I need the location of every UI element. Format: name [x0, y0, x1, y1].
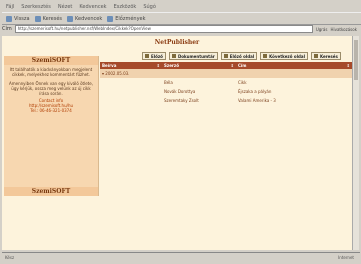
status-bar: Kész Internet	[2, 252, 360, 262]
next-page-icon	[263, 54, 268, 58]
entered-cell	[100, 87, 162, 96]
menu-edit[interactable]: Szerkesztés	[21, 4, 51, 10]
favorites-button[interactable]: Kedvencek	[67, 15, 103, 22]
prev-button[interactable]: Előző	[142, 52, 166, 60]
star-icon	[67, 15, 74, 22]
library-button[interactable]: Dokumentumtár	[168, 52, 218, 60]
column-author[interactable]: Szerző ⇕	[162, 62, 236, 69]
entered-cell	[100, 78, 162, 87]
links-button[interactable]: Hivatkozások	[330, 27, 357, 32]
status-zone: Internet	[338, 255, 354, 260]
address-bar: Cím http://szemerisoft.hu/netpublisher.n…	[2, 25, 357, 33]
column-title[interactable]: Cím ⇕	[236, 62, 352, 69]
sidebar-intro: Itt találhatók a kiadványokban megjelent…	[9, 67, 93, 77]
articles-table: Beírva ⇕ Szerző ⇕ Cím ⇕ ▾ 2002.05.03. Béla …	[100, 62, 352, 105]
search-icon	[34, 15, 41, 22]
sort-icon: ⇕	[156, 63, 160, 68]
sidebar-footer: SzemiSOFT	[4, 187, 98, 196]
date-group-row[interactable]: ▾ 2002.05.03.	[100, 69, 352, 78]
author-cell: Novák Dorottya	[164, 89, 196, 94]
prev-label: Előző	[151, 53, 163, 59]
title-link[interactable]: Valami Amerika - 3	[236, 96, 352, 105]
title-link[interactable]: Éjszaka a pályán	[236, 87, 352, 96]
page-title: NetPublisher	[154, 39, 200, 46]
table-row[interactable]: Novák Dorottya Éjszaka a pályán	[100, 87, 352, 96]
library-icon	[171, 54, 176, 58]
address-input[interactable]: http://szemerisoft.hu/netpublisher.nsf/W…	[14, 25, 313, 33]
contact-phone: Tel.: 06-46-321-0374	[30, 108, 72, 113]
column-title-label: Cím	[238, 63, 247, 68]
favorites-label: Kedvencek	[75, 15, 103, 22]
vertical-scrollbar[interactable]	[352, 36, 359, 250]
scroll-thumb[interactable]	[354, 40, 358, 80]
column-author-label: Szerző	[164, 63, 179, 68]
next-page-label: Következő oldal	[269, 53, 305, 59]
entered-cell	[100, 96, 162, 105]
date-group-cell: ▾ 2002.05.03.	[100, 69, 352, 78]
prev-page-label: Előző oldal	[229, 53, 255, 59]
browser-window: Fájl Szerkesztés Nézet Kedvencek Eszközö…	[0, 0, 361, 264]
back-arrow-icon	[6, 15, 12, 22]
address-label: Cím	[2, 26, 12, 32]
prev-page-icon	[223, 54, 228, 58]
table-header: Beírva ⇕ Szerző ⇕ Cím ⇕	[100, 62, 352, 69]
go-button[interactable]: Ugrás	[316, 27, 328, 32]
page-content: NetPublisher Előző Dokumentumtár Előző o…	[2, 36, 352, 250]
page-search-button[interactable]: Keresés	[310, 52, 341, 60]
menu-help[interactable]: Súgó	[143, 4, 156, 10]
toolbar: Vissza Keresés Kedvencek Előzmények	[2, 12, 361, 25]
sidebar: SzemiSOFT Itt találhatók a kiadványokban…	[4, 56, 99, 196]
history-label: Előzmények	[115, 15, 146, 22]
page-search-icon	[313, 54, 318, 58]
sidebar-info: Amennyiben Önnek van egy kiváló ötlete, …	[9, 81, 93, 96]
table-row[interactable]: Szeremtaky Zsolt Valami Amerika - 3	[100, 96, 352, 105]
page-search-label: Keresés	[319, 53, 338, 59]
history-icon	[107, 15, 114, 22]
menu-view[interactable]: Nézet	[58, 4, 72, 10]
date-group-label: 2002.05.03.	[105, 71, 130, 76]
column-entered-label: Beírva	[102, 63, 117, 68]
sort-icon: ⇕	[346, 63, 350, 68]
author-cell: Szeremtaky Zsolt	[164, 98, 199, 103]
search-button[interactable]: Keresés	[34, 15, 63, 22]
sort-icon: ⇕	[230, 63, 234, 68]
history-button[interactable]: Előzmények	[107, 15, 146, 22]
back-label: Vissza	[14, 15, 30, 22]
prev-page-button[interactable]: Előző oldal	[220, 52, 258, 60]
table-row[interactable]: Béla Cikk	[100, 78, 352, 87]
menu-tools[interactable]: Eszközök	[114, 4, 137, 10]
search-label: Keresés	[42, 15, 63, 22]
sidebar-title: SzemiSOFT	[4, 56, 98, 65]
back-button[interactable]: Vissza	[6, 15, 30, 22]
author-cell: Béla	[164, 80, 173, 85]
column-entered[interactable]: Beírva ⇕	[100, 62, 162, 69]
nav-buttons: Előző Dokumentumtár Előző oldal Következ…	[142, 52, 341, 60]
menu-file[interactable]: Fájl	[6, 4, 14, 10]
prev-icon	[145, 54, 149, 58]
menu-bar: Fájl Szerkesztés Nézet Kedvencek Eszközö…	[2, 2, 361, 11]
menu-favorites[interactable]: Kedvencek	[79, 4, 106, 10]
next-page-button[interactable]: Következő oldal	[260, 52, 308, 60]
title-link[interactable]: Cikk	[236, 78, 352, 87]
library-label: Dokumentumtár	[177, 53, 215, 59]
status-left: Kész	[5, 255, 15, 260]
